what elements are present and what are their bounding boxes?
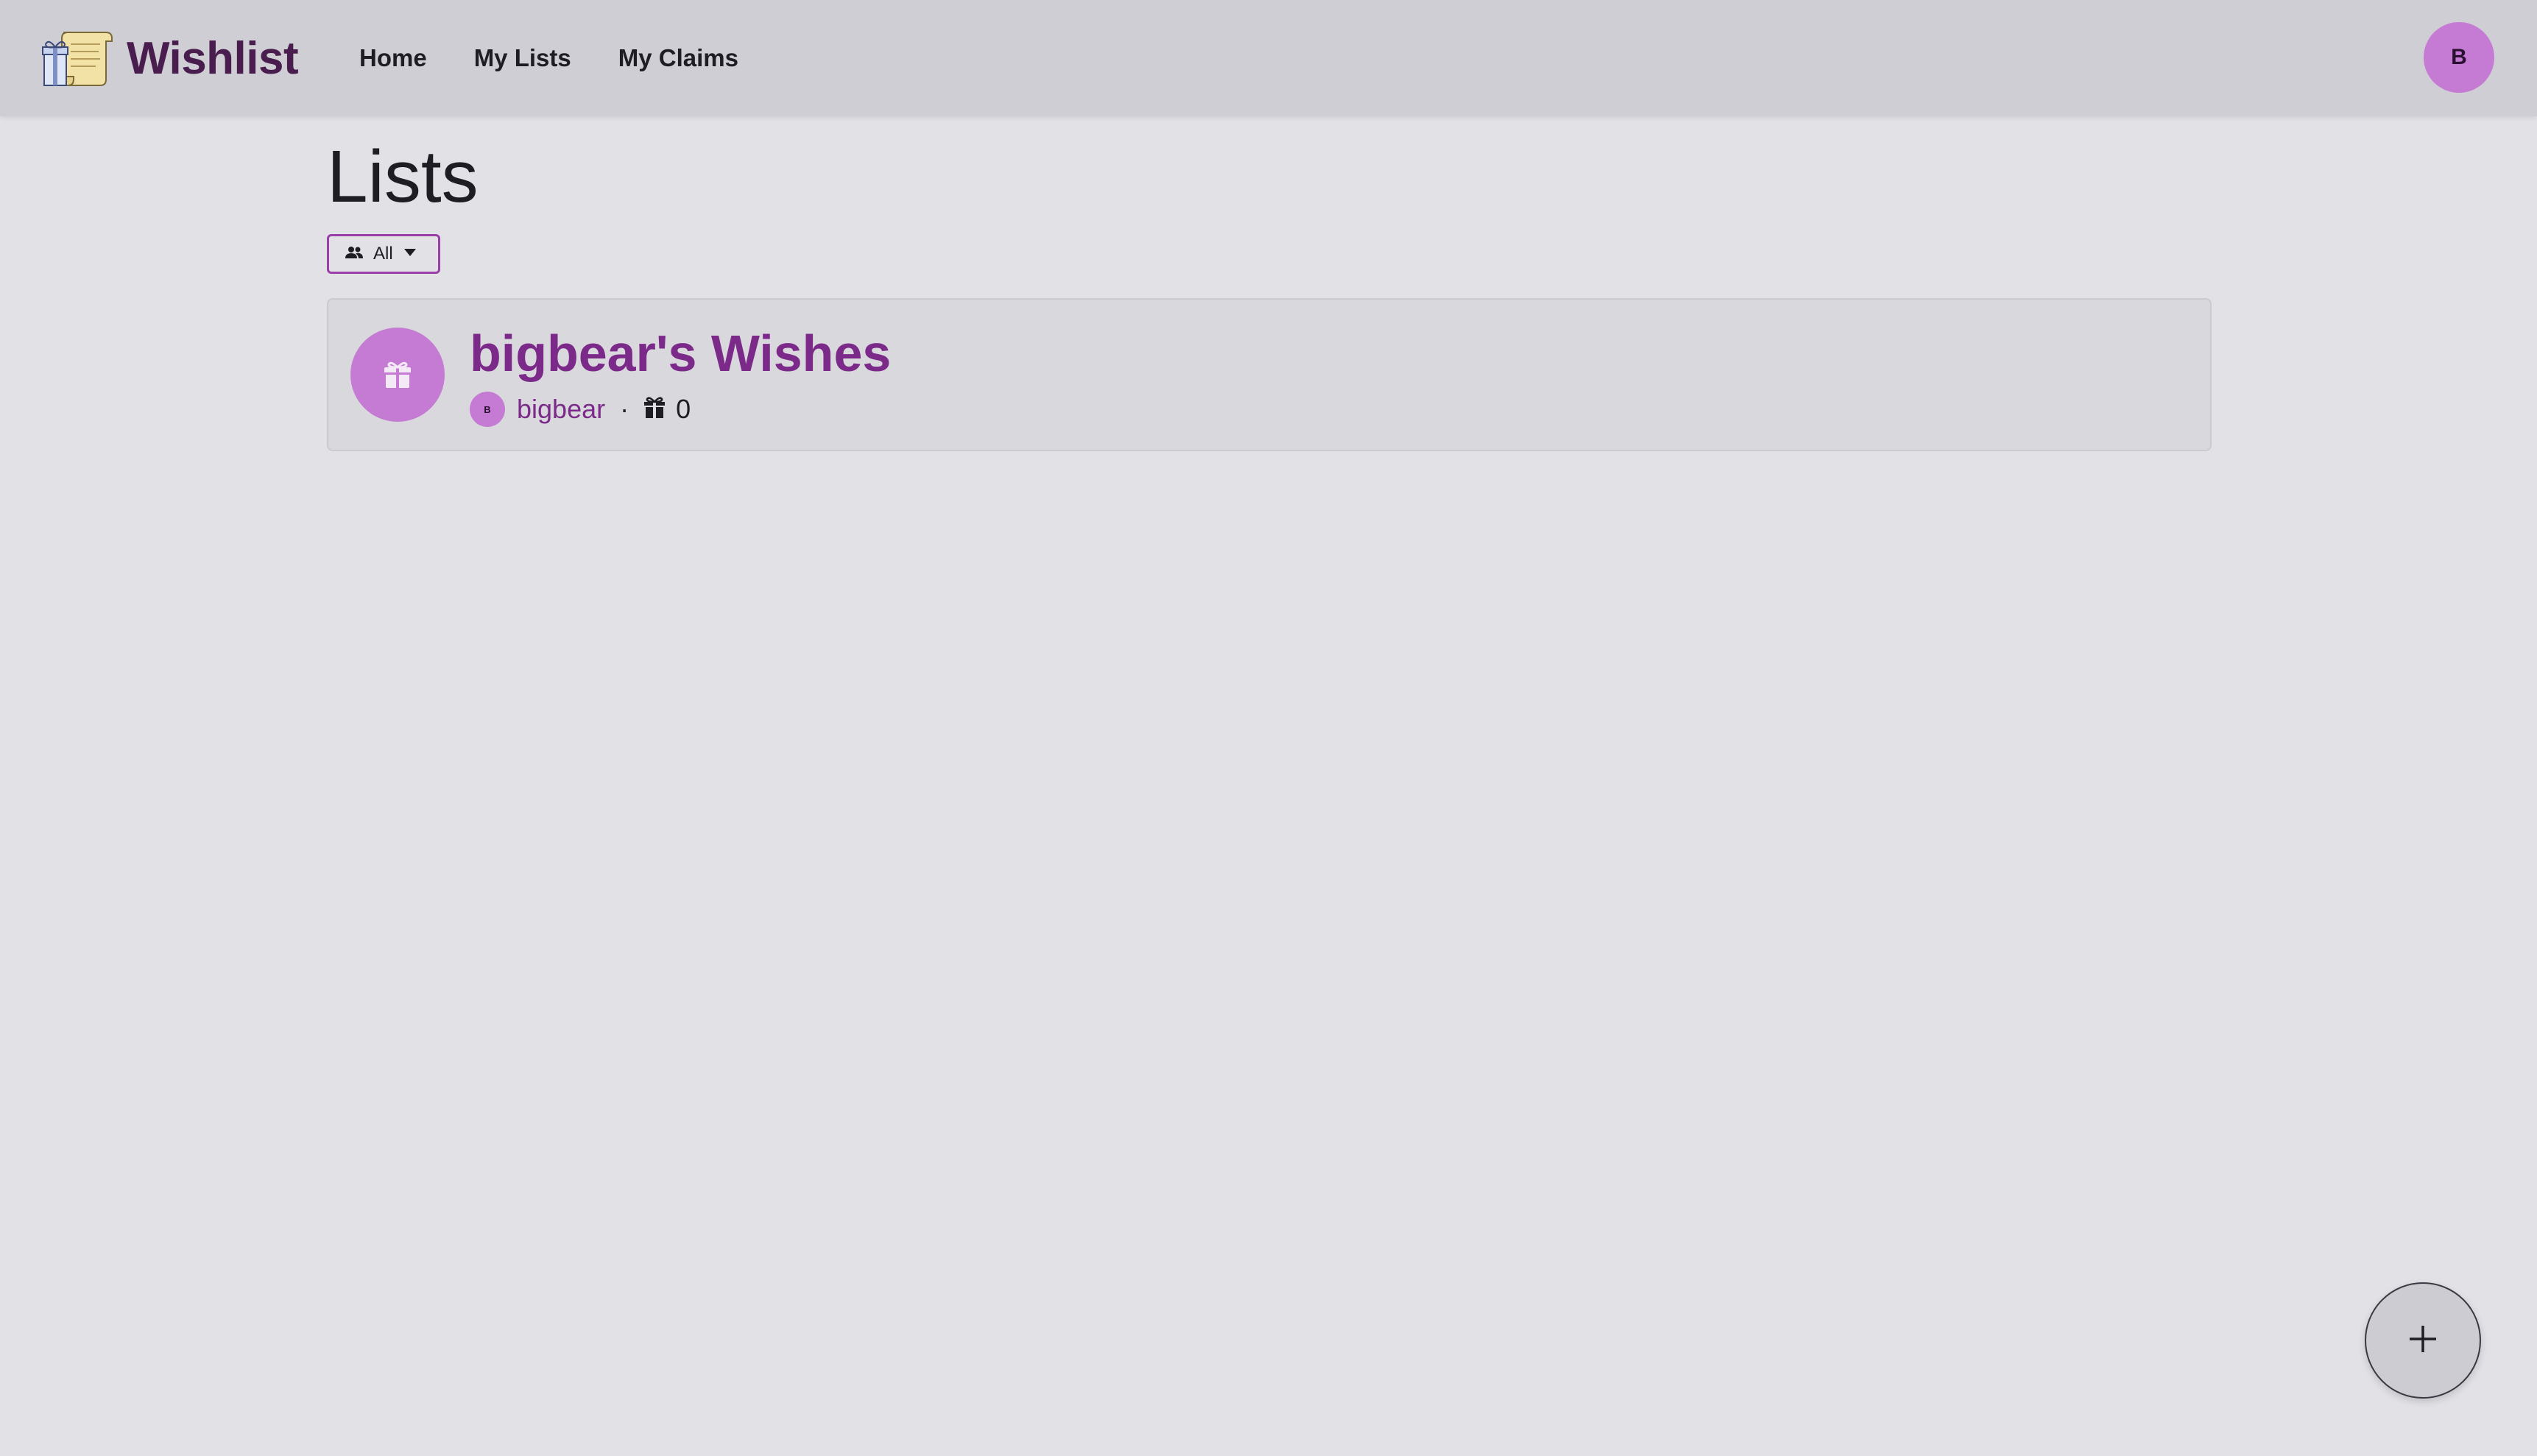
gift-icon [643, 396, 666, 423]
list-title: bigbear's Wishes [470, 325, 892, 382]
top-app-bar: Wishlist Home My Lists My Claims B [0, 0, 2537, 116]
brand-name: Wishlist [127, 32, 299, 84]
owner-avatar: B [470, 392, 505, 427]
wishlist-logo-icon [41, 28, 115, 88]
filter-selected-label: All [373, 244, 393, 264]
brand-logo-link[interactable]: Wishlist [41, 26, 299, 90]
plus-icon [2407, 1323, 2439, 1359]
page-title: Lists [327, 135, 479, 218]
main-nav: Home My Lists My Claims [359, 41, 738, 75]
users-icon [345, 246, 363, 263]
list-gift-icon [350, 328, 445, 422]
meta-separator: · [620, 394, 629, 424]
caret-down-icon [403, 247, 417, 261]
nav-home-link[interactable]: Home [359, 41, 427, 75]
group-filter-dropdown[interactable]: All [327, 234, 440, 274]
list-meta: B bigbear · 0 [470, 391, 691, 428]
add-list-button[interactable] [2365, 1282, 2481, 1399]
nav-my-lists-link[interactable]: My Lists [474, 41, 571, 75]
user-avatar-button[interactable]: B [2424, 22, 2494, 93]
item-count: 0 [676, 394, 691, 424]
owner-name-link[interactable]: bigbear [517, 394, 605, 425]
nav-my-claims-link[interactable]: My Claims [618, 41, 738, 75]
list-card[interactable]: bigbear's Wishes B bigbear · 0 [327, 298, 2212, 451]
